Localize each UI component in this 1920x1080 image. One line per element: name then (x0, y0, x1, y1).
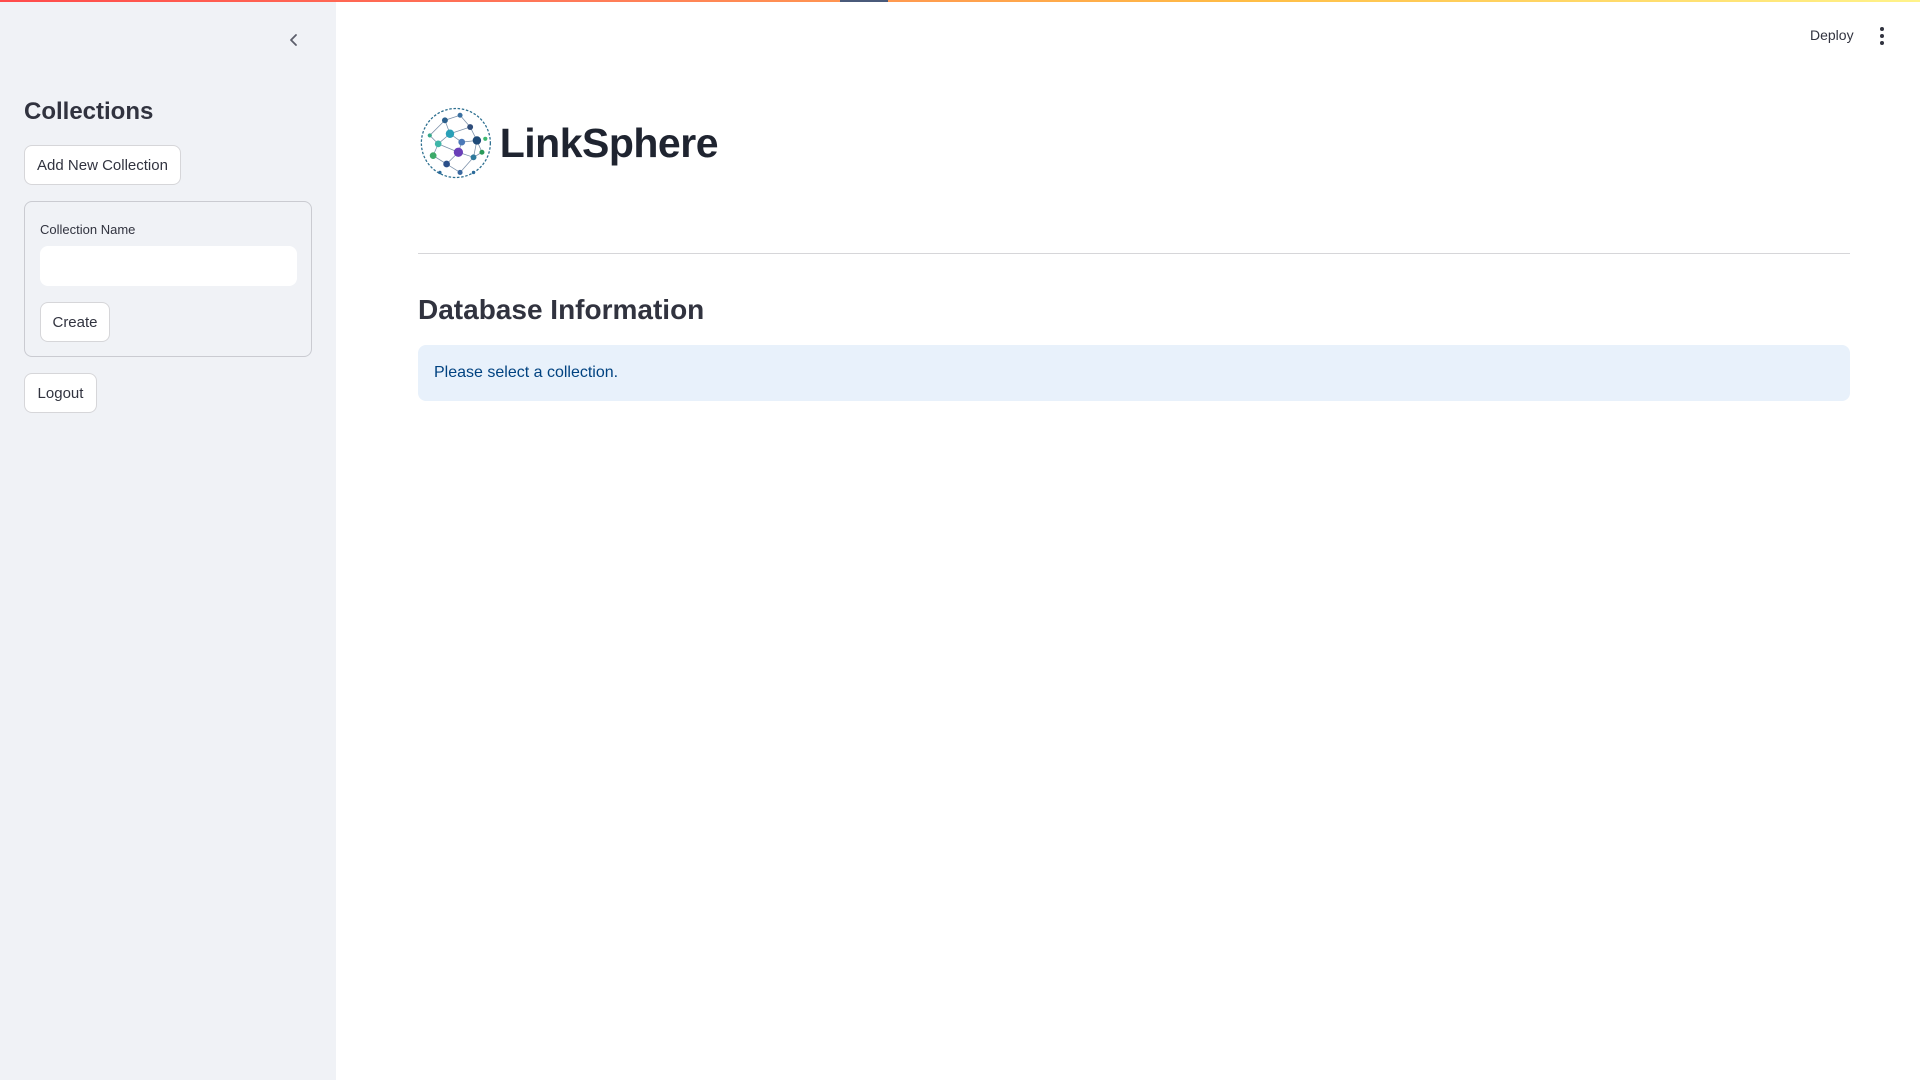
create-button[interactable]: Create (40, 302, 110, 342)
add-new-collection-button[interactable]: Add New Collection (24, 145, 181, 185)
sidebar-title: Collections (24, 98, 154, 125)
info-alert: Please select a collection. (418, 345, 1850, 401)
section-title: Database Information (418, 294, 705, 325)
brand-logo: LinkSphere (418, 98, 719, 188)
divider (418, 253, 1850, 254)
logout-button[interactable]: Logout (24, 373, 97, 413)
collection-name-input[interactable] (40, 246, 297, 286)
collection-name-label: Collection Name (40, 222, 136, 237)
info-message: Please select a collection. (434, 364, 619, 381)
new-collection-form: Collection Name Create (24, 201, 312, 357)
deploy-button[interactable]: Deploy (1810, 27, 1854, 43)
sidebar: Collections Add New Collection Collectio… (0, 0, 336, 1080)
brand-name: LinkSphere (499, 119, 719, 166)
kebab-menu-icon (1880, 27, 1884, 31)
sidebar-collapse-button[interactable] (280, 26, 308, 54)
app-root: Collections Add New Collection Collectio… (0, 0, 1920, 1080)
network-globe-icon (420, 107, 491, 179)
loading-indicator (840, 0, 888, 2)
chevron-left-icon (290, 34, 297, 46)
top-decoration-bar (0, 0, 1920, 2)
main-menu-button[interactable] (1872, 24, 1892, 48)
